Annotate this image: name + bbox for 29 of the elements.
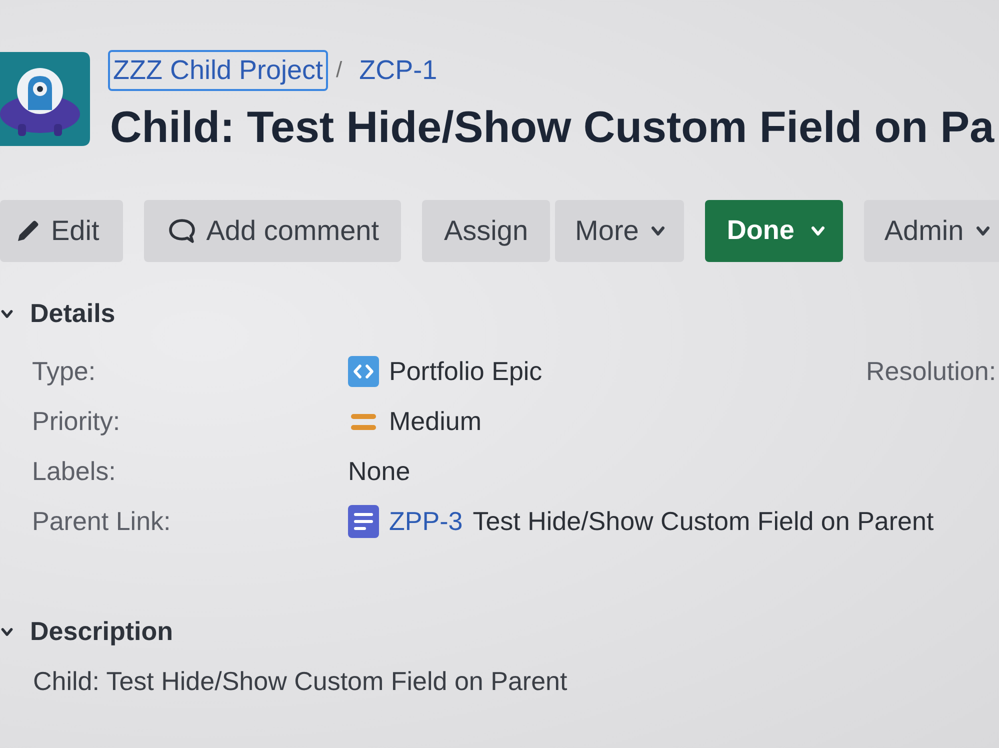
issue-key-link[interactable]: ZPP-3 [389,506,463,538]
toolbar-button[interactable]: Assign [422,200,550,262]
description-toggle[interactable]: Description [0,612,174,652]
field-value: Portfolio Epic [389,356,542,388]
breadcrumb-separator: / [336,57,342,83]
pencil-icon [16,218,41,244]
field-label: Priority: [32,406,120,438]
status-button[interactable]: Done [704,200,844,262]
menu-button[interactable]: More [555,200,684,262]
issue-title: Child: Test Hide/Show Custom Field on Pa [110,102,994,154]
field-label: Type: [32,356,96,388]
edit-button[interactable]: Edit [0,200,124,262]
add-comment-button[interactable]: Add comment [144,200,401,262]
project-avatar-icon [0,52,90,146]
comment-icon [168,218,196,244]
menu-button[interactable]: Admin [864,200,999,262]
issue-summary: Test Hide/Show Custom Field on Parent [472,506,934,538]
field-label: Parent Link: [32,506,171,538]
field-label: Resolution: [866,356,998,388]
description-text: Child: Test Hide/Show Custom Field on Parent [33,666,568,697]
breadcrumb-link[interactable]: ZCP-1 [354,50,442,90]
field-value: Medium [389,406,482,438]
document-icon [348,505,379,538]
code-brackets-icon [348,356,379,388]
priority-medium-icon [351,414,376,430]
field-label: Labels: [32,456,116,488]
field-value: None [348,456,410,488]
details-toggle[interactable]: Details [0,294,116,334]
breadcrumb-link[interactable]: ZZZ Child Project [108,50,328,90]
